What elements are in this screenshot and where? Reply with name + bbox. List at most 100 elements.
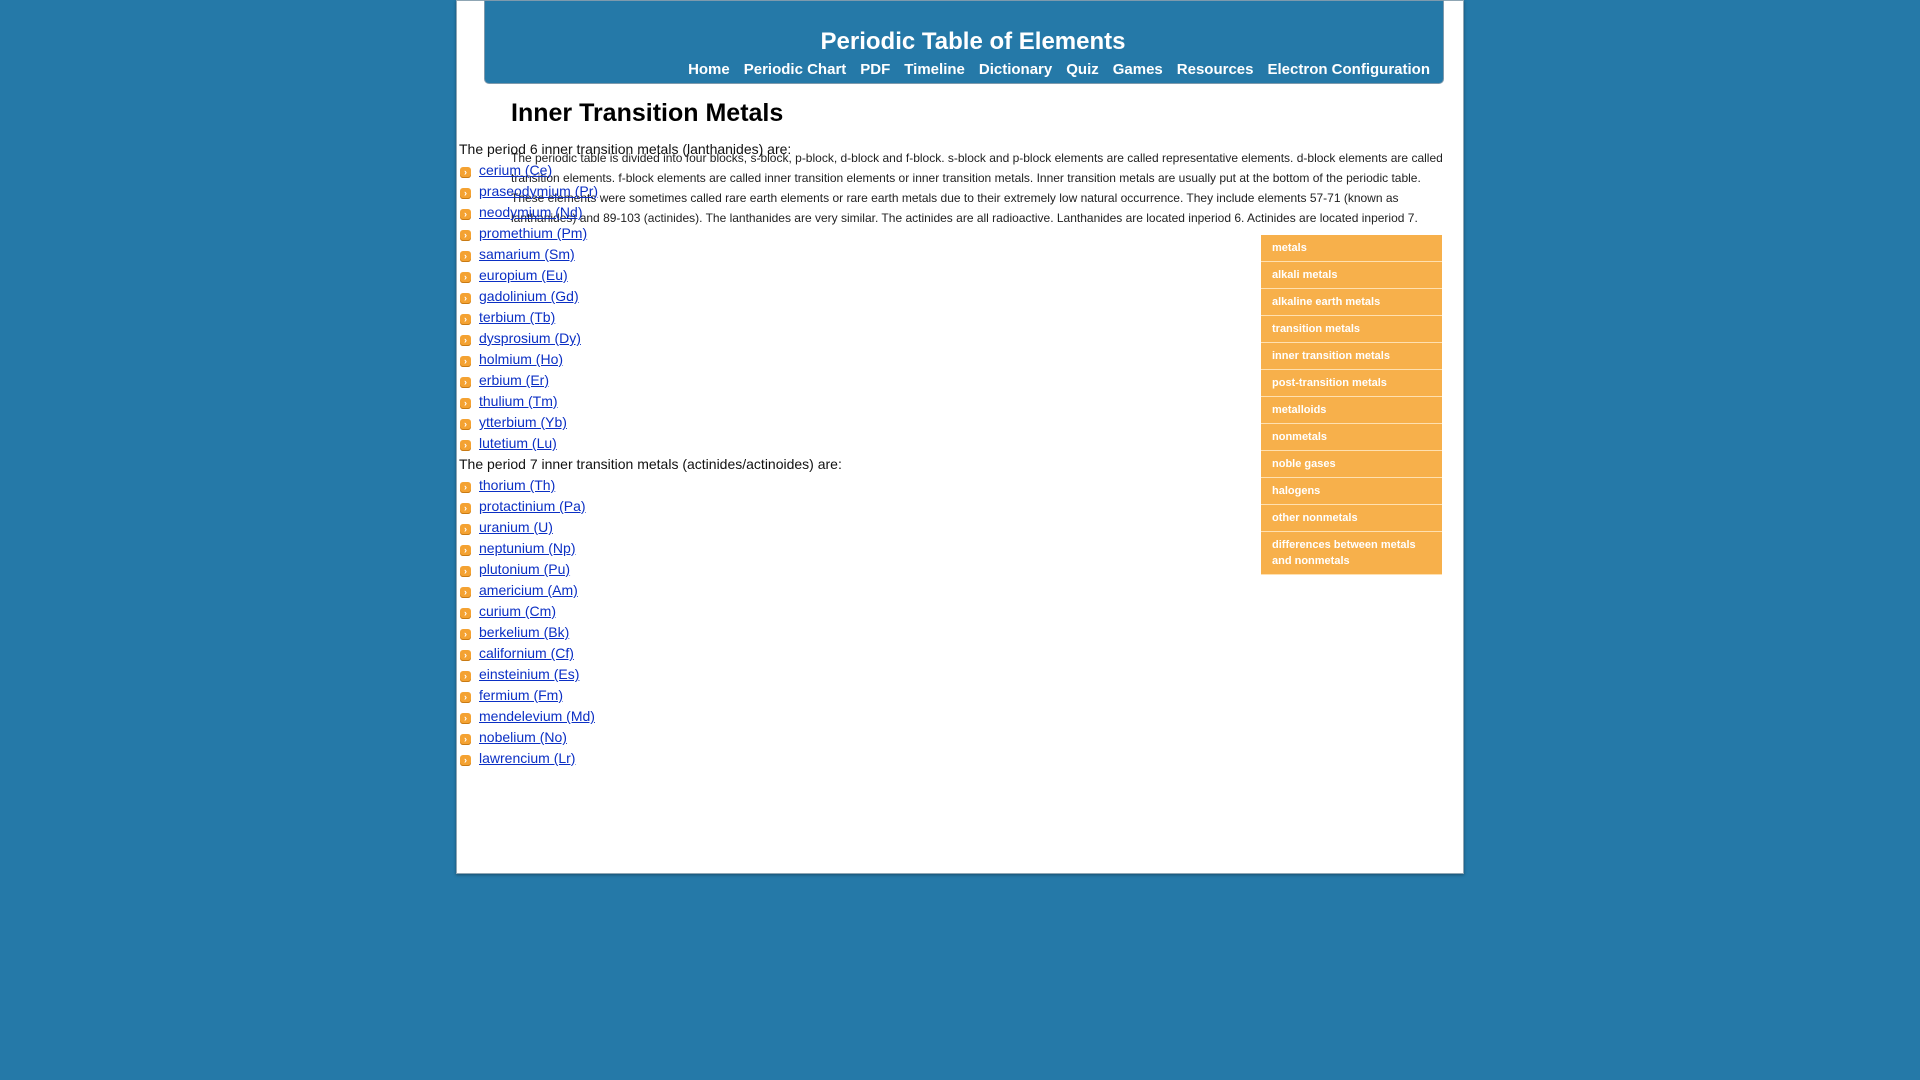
chevron-right-icon: ›	[460, 167, 471, 178]
list-item: › europium (Eu)	[459, 265, 1179, 286]
list-item: › fermium (Fm)	[459, 685, 1179, 706]
nav-games[interactable]: Games	[1113, 61, 1163, 78]
chevron-right-icon: ›	[460, 671, 471, 682]
nav-periodic-chart[interactable]: Periodic Chart	[744, 61, 847, 78]
element-link[interactable]: erbium (Er)	[479, 372, 549, 388]
element-link[interactable]: nobelium (No)	[479, 729, 567, 745]
element-link[interactable]: thorium (Th)	[479, 477, 555, 493]
list-item: › promethium (Pm)	[459, 223, 1179, 244]
element-lists: The period 6 inner transition metals (la…	[459, 139, 1179, 769]
category-sidebar: metals alkali metals alkaline earth metals…	[1261, 235, 1442, 575]
nav-home[interactable]: Home	[688, 61, 730, 78]
list-item: › berkelium (Bk)	[459, 622, 1179, 643]
sidebar-item[interactable]: post-transition metals	[1261, 370, 1442, 397]
element-link[interactable]: protactinium (Pa)	[479, 498, 586, 514]
chevron-right-icon: ›	[460, 650, 471, 661]
chevron-right-icon: ›	[460, 377, 471, 388]
site-title[interactable]: Periodic Table of Elements	[485, 28, 1443, 56]
list-item: › neptunium (Np)	[459, 538, 1179, 559]
element-link[interactable]: europium (Eu)	[479, 267, 568, 283]
sidebar-item[interactable]: noble gases	[1261, 451, 1442, 478]
element-link[interactable]: plutonium (Pu)	[479, 561, 570, 577]
sidebar-item[interactable]: inner transition metals	[1261, 343, 1442, 370]
chevron-right-icon: ›	[460, 713, 471, 724]
list-item: › californium (Cf)	[459, 643, 1179, 664]
sidebar-item[interactable]: halogens	[1261, 478, 1442, 505]
element-link[interactable]: berkelium (Bk)	[479, 624, 569, 640]
element-link[interactable]: neodymium (Nd)	[479, 204, 582, 220]
chevron-right-icon: ›	[460, 251, 471, 262]
chevron-right-icon: ›	[460, 440, 471, 451]
chevron-right-icon: ›	[460, 419, 471, 430]
chevron-right-icon: ›	[460, 524, 471, 535]
list-item: › uranium (U)	[459, 517, 1179, 538]
chevron-right-icon: ›	[460, 314, 471, 325]
sidebar-item[interactable]: alkaline earth metals	[1261, 289, 1442, 316]
element-link[interactable]: gadolinium (Gd)	[479, 288, 579, 304]
chevron-right-icon: ›	[460, 692, 471, 703]
chevron-right-icon: ›	[460, 356, 471, 367]
chevron-right-icon: ›	[460, 608, 471, 619]
chevron-right-icon: ›	[460, 482, 471, 493]
chevron-right-icon: ›	[460, 629, 471, 640]
page-container: Periodic Table of Elements Home Periodic…	[456, 0, 1464, 874]
list-item: › samarium (Sm)	[459, 244, 1179, 265]
main-nav: Home Periodic Chart PDF Timeline Diction…	[688, 61, 1430, 78]
nav-resources[interactable]: Resources	[1177, 61, 1254, 78]
chevron-right-icon: ›	[460, 188, 471, 199]
sidebar-item[interactable]: metals	[1261, 235, 1442, 262]
site-header: Periodic Table of Elements Home Periodic…	[485, 1, 1443, 83]
element-link[interactable]: americium (Am)	[479, 582, 578, 598]
element-link[interactable]: samarium (Sm)	[479, 246, 575, 262]
nav-quiz[interactable]: Quiz	[1066, 61, 1099, 78]
element-link[interactable]: cerium (Ce)	[479, 162, 552, 178]
element-link[interactable]: praseodymium (Pr)	[479, 183, 598, 199]
chevron-right-icon: ›	[460, 755, 471, 766]
element-link[interactable]: californium (Cf)	[479, 645, 574, 661]
element-link[interactable]: promethium (Pm)	[479, 225, 587, 241]
element-link[interactable]: terbium (Tb)	[479, 309, 555, 325]
list-item: › neodymium (Nd)	[459, 202, 1179, 223]
chevron-right-icon: ›	[460, 734, 471, 745]
list-item: › erbium (Er)	[459, 370, 1179, 391]
nav-pdf[interactable]: PDF	[860, 61, 890, 78]
list-item: › terbium (Tb)	[459, 307, 1179, 328]
element-link[interactable]: dysprosium (Dy)	[479, 330, 581, 346]
chevron-right-icon: ›	[460, 272, 471, 283]
list-item: › thorium (Th)	[459, 475, 1179, 496]
sidebar-item[interactable]: transition metals	[1261, 316, 1442, 343]
element-link[interactable]: lawrencium (Lr)	[479, 750, 575, 766]
element-link[interactable]: curium (Cm)	[479, 603, 556, 619]
element-link[interactable]: neptunium (Np)	[479, 540, 576, 556]
list-item: › nobelium (No)	[459, 727, 1179, 748]
chevron-right-icon: ›	[460, 545, 471, 556]
chevron-right-icon: ›	[460, 503, 471, 514]
element-link[interactable]: mendelevium (Md)	[479, 708, 595, 724]
list-item: › thulium (Tm)	[459, 391, 1179, 412]
page-title: Inner Transition Metals	[511, 99, 784, 127]
nav-electron-configuration[interactable]: Electron Configuration	[1268, 61, 1431, 78]
sidebar-item[interactable]: metalloids	[1261, 397, 1442, 424]
nav-dictionary[interactable]: Dictionary	[979, 61, 1052, 78]
element-link[interactable]: einsteinium (Es)	[479, 666, 579, 682]
element-link[interactable]: thulium (Tm)	[479, 393, 558, 409]
list-item: › dysprosium (Dy)	[459, 328, 1179, 349]
lanthanides-list: › cerium (Ce) › praseodymium (Pr) › neodymium…	[459, 160, 1179, 454]
list-item: › lawrencium (Lr)	[459, 748, 1179, 769]
element-link[interactable]: lutetium (Lu)	[479, 435, 557, 451]
chevron-right-icon: ›	[460, 566, 471, 577]
element-link[interactable]: uranium (U)	[479, 519, 553, 535]
element-link[interactable]: holmium (Ho)	[479, 351, 563, 367]
nav-timeline[interactable]: Timeline	[904, 61, 965, 78]
sidebar-item[interactable]: nonmetals	[1261, 424, 1442, 451]
sidebar-item[interactable]: other nonmetals	[1261, 505, 1442, 532]
sidebar-item[interactable]: differences between metals and nonmetals	[1261, 532, 1442, 575]
sidebar-item[interactable]: alkali metals	[1261, 262, 1442, 289]
list-item: › protactinium (Pa)	[459, 496, 1179, 517]
chevron-right-icon: ›	[460, 398, 471, 409]
element-link[interactable]: ytterbium (Yb)	[479, 414, 567, 430]
lanthanides-heading: The period 6 inner transition metals (la…	[459, 141, 792, 157]
actinides-list: › thorium (Th) › protactinium (Pa) › uranium …	[459, 475, 1179, 769]
list-item: › praseodymium (Pr)	[459, 181, 1179, 202]
element-link[interactable]: fermium (Fm)	[479, 687, 563, 703]
